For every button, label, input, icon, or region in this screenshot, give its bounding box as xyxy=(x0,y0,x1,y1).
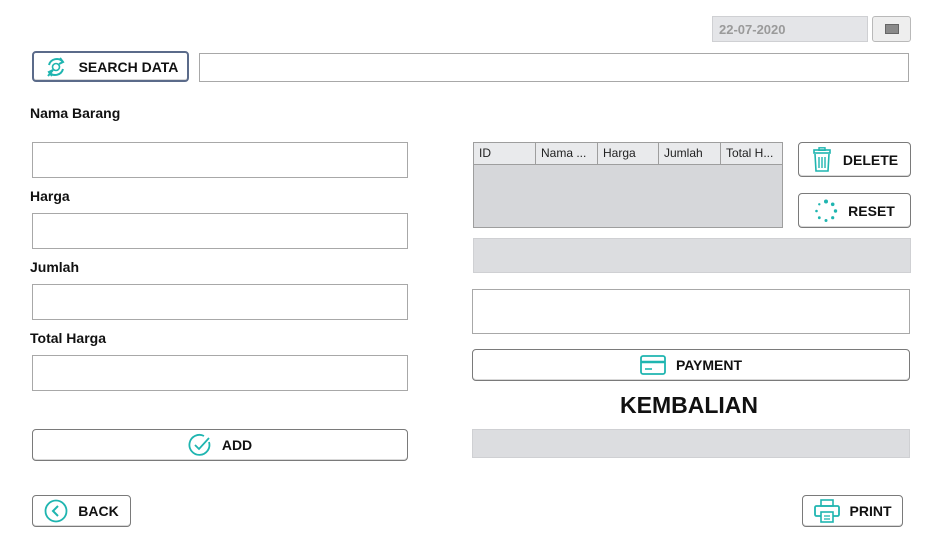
credit-card-icon xyxy=(640,355,666,375)
table-header: ID Nama ... Harga Jumlah Total H... xyxy=(474,143,782,165)
kembalian-title: KEMBALIAN xyxy=(620,392,758,418)
reset-label: RESET xyxy=(848,202,895,219)
calendar-button[interactable] xyxy=(872,16,911,42)
printer-icon xyxy=(813,499,840,523)
back-label: BACK xyxy=(78,503,119,519)
search-input[interactable] xyxy=(199,53,909,82)
column-header[interactable]: Nama ... xyxy=(536,143,598,164)
column-header[interactable]: ID xyxy=(474,143,536,164)
date-field[interactable]: 22-07-2020 xyxy=(712,16,868,42)
print-button[interactable]: PRINT xyxy=(802,495,903,527)
total-harga-field[interactable] xyxy=(32,355,408,391)
payment-button[interactable]: PAYMENT xyxy=(472,349,910,381)
calendar-icon xyxy=(884,24,899,34)
add-button[interactable]: ADD xyxy=(32,429,408,461)
delete-label: DELETE xyxy=(842,151,899,168)
back-arrow-icon xyxy=(44,499,68,523)
delete-button[interactable]: DELETE xyxy=(798,142,911,177)
search-data-button[interactable]: SEARCH DATA xyxy=(32,51,189,82)
trash-icon xyxy=(811,146,833,173)
harga-label: Harga xyxy=(30,188,70,204)
harga-field[interactable] xyxy=(32,213,408,249)
nama-barang-label: Nama Barang xyxy=(30,105,121,121)
loading-spinner-icon xyxy=(814,199,838,223)
search-data-label: SEARCH DATA xyxy=(78,58,179,75)
total-display xyxy=(473,238,911,273)
items-table[interactable]: ID Nama ... Harga Jumlah Total H... xyxy=(473,142,783,228)
total-harga-label: Total Harga xyxy=(30,330,106,346)
jumlah-field[interactable] xyxy=(32,284,408,320)
reset-button[interactable]: RESET xyxy=(798,193,911,228)
payment-label: PAYMENT xyxy=(675,357,743,373)
kembalian-display xyxy=(472,429,910,458)
check-circle-icon xyxy=(188,433,212,457)
add-label: ADD xyxy=(221,437,253,453)
jumlah-label: Jumlah xyxy=(30,259,80,275)
column-header[interactable]: Jumlah xyxy=(659,143,721,164)
column-header[interactable]: Total H... xyxy=(721,143,782,164)
column-header[interactable]: Harga xyxy=(598,143,659,164)
search-refresh-icon xyxy=(43,55,69,79)
back-button[interactable]: BACK xyxy=(32,495,131,527)
print-label: PRINT xyxy=(849,503,892,519)
nama-barang-field[interactable] xyxy=(32,142,408,178)
date-value: 22-07-2020 xyxy=(719,22,786,37)
payment-input[interactable] xyxy=(472,289,910,334)
